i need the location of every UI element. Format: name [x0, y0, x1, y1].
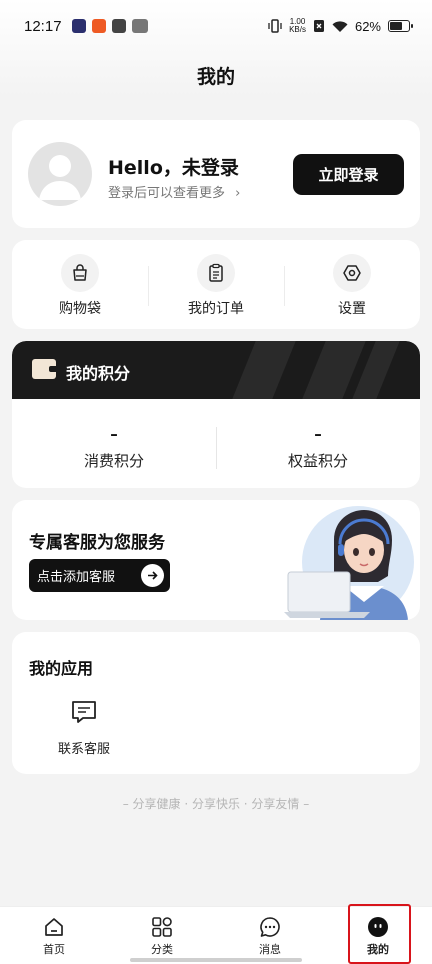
home-icon	[45, 918, 63, 936]
tab-category[interactable]: 分类	[108, 907, 216, 964]
category-grid-icon	[152, 917, 172, 937]
page-title: 我的	[196, 66, 235, 88]
notification-app-icon	[71, 19, 86, 33]
login-hint-text: 登录后可以查看更多	[108, 186, 226, 201]
arrow-right-icon	[141, 564, 164, 587]
message-bubble-icon	[260, 917, 280, 937]
consumption-points[interactable]: – 消费积分	[12, 427, 216, 471]
customer-service-card: 专属客服为您服务 点击添加客服	[12, 500, 420, 620]
points-title: 我的积分	[66, 364, 131, 383]
points-label: 权益积分	[287, 452, 348, 470]
points-header: 我的积分	[12, 341, 420, 399]
battery-percent: 62%	[354, 18, 381, 34]
wifi-icon	[332, 20, 348, 32]
vibrate-icon	[268, 19, 282, 33]
shortcut-shopping-bag[interactable]: 购物袋	[12, 240, 148, 329]
shortcut-settings[interactable]: 设置	[284, 240, 420, 329]
wallet-icon	[32, 359, 56, 379]
settings-hexagon-icon	[343, 265, 361, 281]
network-speed-unit: KB/s	[289, 25, 306, 34]
add-service-label: 点击添加客服	[37, 570, 116, 585]
battery-icon	[388, 20, 413, 32]
app-contact-service[interactable]: 联系客服	[42, 698, 126, 757]
notification-app-icon	[91, 19, 106, 33]
chevron-right-icon: ›	[235, 186, 241, 201]
add-service-button[interactable]: 点击添加客服	[29, 559, 170, 592]
shortcut-label: 购物袋	[59, 301, 101, 317]
my-apps-card: 我的应用 联系客服	[12, 632, 420, 774]
shortcuts-card: 购物袋 我的订单 设置	[12, 240, 420, 329]
chat-message-icon	[72, 701, 96, 723]
tab-messages[interactable]: 消息	[216, 907, 324, 964]
profile-card: Hello，未登录 登录后可以查看更多 › 立即登录	[12, 120, 420, 228]
app-label: 联系客服	[57, 742, 110, 757]
customer-service-agent-illustration	[284, 506, 414, 620]
greeting-text: Hello，未登录	[108, 157, 239, 179]
home-indicator[interactable]	[130, 958, 302, 962]
login-button[interactable]: 立即登录	[293, 154, 404, 195]
shortcut-label: 设置	[338, 301, 366, 317]
tab-highlight-box	[348, 904, 411, 964]
default-avatar-icon	[39, 155, 81, 200]
shopping-bag-icon	[73, 264, 87, 281]
shortcut-my-orders[interactable]: 我的订单	[148, 240, 284, 329]
points-label: 消费积分	[83, 452, 144, 470]
tab-label: 首页	[43, 943, 65, 956]
status-bar: 12:17 1.00 KB/s 62%	[0, 0, 432, 52]
notification-app-icon	[131, 19, 148, 33]
points-card: 我的积分 – 消费积分 – 权益积分	[12, 341, 420, 488]
sim-x-icon	[313, 20, 324, 32]
clipboard-icon	[209, 263, 223, 282]
status-time: 12:17	[24, 17, 62, 35]
tab-home[interactable]: 首页	[0, 907, 108, 964]
shortcut-label: 我的订单	[188, 301, 244, 317]
tab-label: 分类	[151, 943, 173, 956]
points-value: –	[110, 425, 118, 443]
slogan-text: – 分享健康 · 分享快乐 · 分享友情 –	[122, 797, 310, 811]
login-hint-link[interactable]: 登录后可以查看更多 ›	[108, 182, 240, 201]
apps-title: 我的应用	[29, 659, 94, 678]
service-title: 专属客服为您服务	[29, 533, 165, 553]
points-value: –	[314, 425, 322, 443]
avatar[interactable]	[28, 142, 92, 206]
notification-app-icon	[111, 19, 126, 33]
tab-label: 消息	[259, 943, 281, 956]
benefit-points[interactable]: – 权益积分	[216, 427, 420, 471]
network-speed: 1.00 KB/s	[289, 18, 306, 34]
